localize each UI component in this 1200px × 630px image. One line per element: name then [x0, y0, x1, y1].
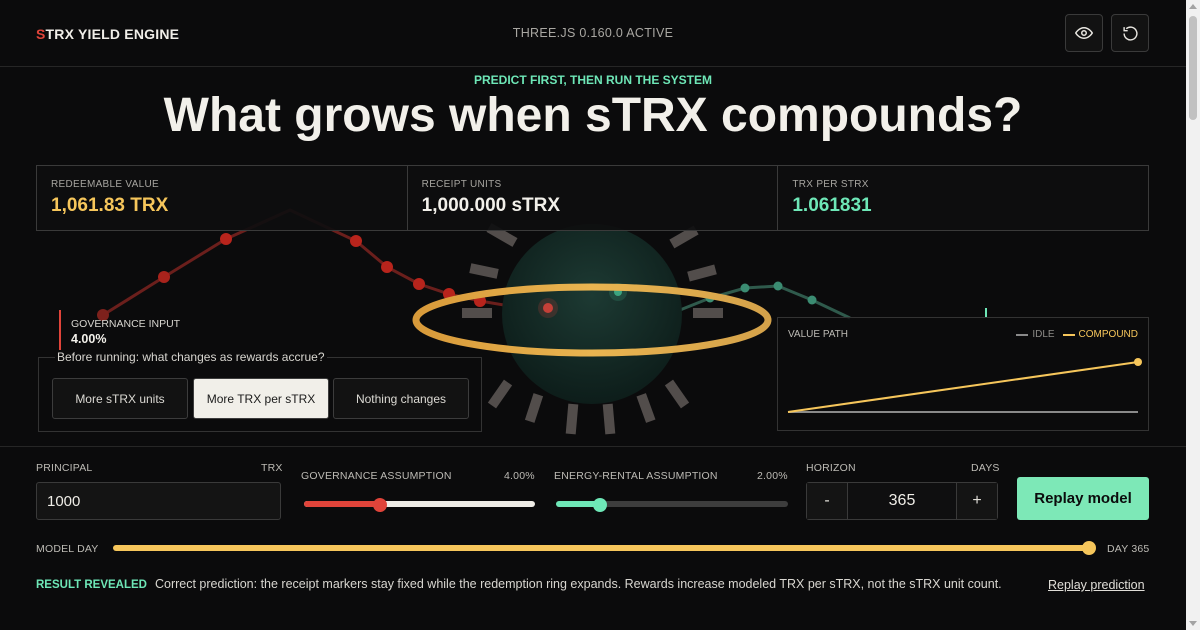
horizon-increment-button[interactable]: + [957, 483, 997, 519]
governance-assumption-label: GOVERNANCE ASSUMPTION [301, 470, 452, 482]
horizon-label: HORIZON [806, 462, 856, 474]
metric-trx-per-strx: TRX PER STRX 1.061831 [778, 166, 1148, 230]
metric-value: 1,000.000 sTRX [421, 195, 561, 216]
governance-input-label: GOVERNANCE INPUT [71, 318, 181, 330]
principal-input[interactable] [36, 482, 281, 520]
governance-input-readout: GOVERNANCE INPUT 4.00% [59, 310, 180, 350]
metric-label: REDEEMABLE VALUE [51, 179, 159, 190]
horizon-unit: DAYS [971, 462, 1000, 474]
hero-kicker: PREDICT FIRST, THEN RUN THE SYSTEM [473, 73, 712, 87]
replay-prediction-link[interactable]: Replay prediction [1048, 578, 1145, 592]
energy-assumption-value: 2.00% [757, 470, 788, 482]
eye-icon [1075, 26, 1093, 40]
visibility-toggle-button[interactable] [1065, 14, 1103, 52]
result-badge: RESULT REVEALED [36, 579, 147, 591]
horizon-value[interactable]: 365 [847, 483, 957, 519]
redemption-sphere [502, 224, 682, 404]
metric-value: 1.061831 [792, 195, 872, 216]
model-day-handle[interactable] [1082, 541, 1096, 555]
model-day-value: DAY 365 [1107, 543, 1150, 555]
replay-model-button[interactable]: Replay model [1017, 477, 1149, 520]
slider-handle[interactable] [373, 498, 388, 512]
top-bar: STRX YIELD ENGINE THREE.JS 0.160.0 ACTIV… [0, 0, 1186, 67]
result-message: RESULT REVEALED Correct prediction: the r… [36, 577, 1002, 591]
slider-track [304, 501, 535, 507]
metric-label: RECEIPT UNITS [421, 179, 502, 190]
reset-button[interactable] [1111, 14, 1149, 52]
prediction-question: Before running: what changes as rewards … [55, 350, 327, 364]
scroll-up-icon[interactable] [1189, 4, 1197, 9]
page-scrollbar[interactable] [1186, 0, 1200, 630]
series-endpoint-compound [1134, 358, 1142, 366]
energy-rental-slider[interactable] [556, 498, 788, 512]
page-title: What grows when sTRX compounds? [163, 89, 1023, 142]
result-text: Correct prediction: the receipt markers … [154, 577, 1002, 591]
prediction-option-more-trx-per-strx[interactable]: More TRX per sTRX [193, 378, 329, 419]
horizon-decrement-button[interactable]: - [807, 483, 847, 519]
model-day-track[interactable] [113, 545, 1089, 551]
governance-input-value: 4.00% [71, 332, 107, 346]
governance-slider[interactable] [304, 498, 535, 512]
governance-assumption-value: 4.00% [504, 470, 535, 482]
energy-assumption-label: ENERGY-RENTAL ASSUMPTION [554, 470, 718, 482]
engine-status: THREE.JS 0.160.0 ACTIVE [512, 26, 674, 40]
controls-divider [0, 446, 1186, 447]
slider-fill [304, 501, 381, 507]
scroll-thumb[interactable] [1189, 16, 1197, 120]
series-line-compound [787, 361, 1139, 413]
prediction-option-nothing-changes[interactable]: Nothing changes [333, 378, 469, 419]
metric-receipt-units: RECEIPT UNITS 1,000.000 sTRX [408, 166, 779, 230]
scroll-down-icon[interactable] [1189, 621, 1197, 626]
metric-value: 1,061.83 TRX [51, 195, 169, 216]
model-day-label: MODEL DAY [36, 543, 99, 555]
prediction-option-more-units[interactable]: More sTRX units [52, 378, 188, 419]
metrics-panel: REDEEMABLE VALUE 1,061.83 TRX RECEIPT UN… [36, 165, 1149, 231]
metric-redeemable-value: REDEEMABLE VALUE 1,061.83 TRX [37, 166, 408, 230]
value-path-plot [787, 358, 1142, 413]
slider-handle[interactable] [593, 498, 608, 512]
horizon-stepper: - 365 + [806, 482, 998, 520]
reset-icon [1122, 25, 1138, 41]
prediction-panel: Before running: what changes as rewards … [38, 350, 482, 432]
metric-label: TRX PER STRX [792, 179, 869, 190]
value-path-chart: VALUE PATH IDLE COMPOUND [777, 317, 1149, 431]
principal-unit: TRX [261, 462, 283, 474]
principal-label: PRINCIPAL [36, 462, 93, 474]
slider-track [556, 501, 788, 507]
